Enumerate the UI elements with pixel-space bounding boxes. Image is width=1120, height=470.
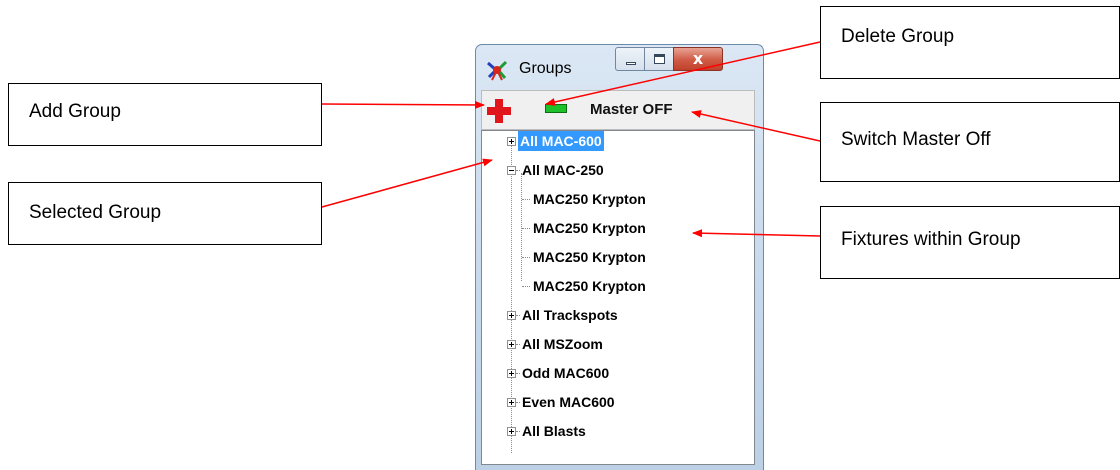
arrow-switch-master-off [691, 110, 821, 142]
arrow-delete-group [545, 41, 821, 106]
arrow-add-group [321, 100, 485, 109]
arrow-fixtures-within-group [692, 229, 821, 238]
arrow-selected-group [321, 158, 493, 208]
annotation-arrows [321, 41, 821, 238]
